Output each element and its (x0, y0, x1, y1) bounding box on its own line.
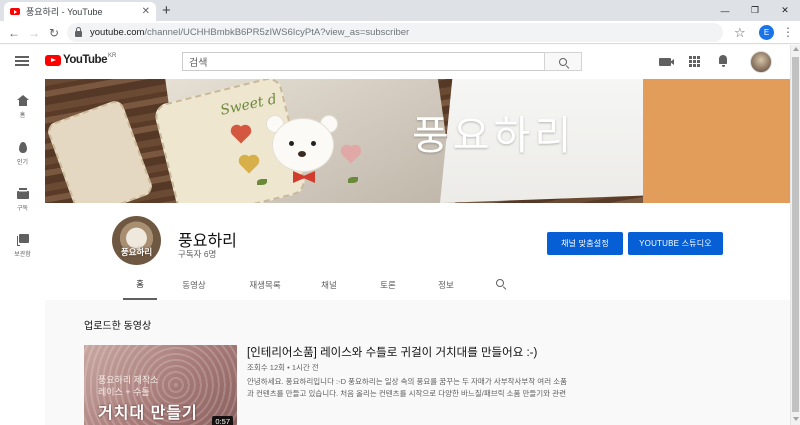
tab-videos[interactable]: 동영상 (173, 269, 215, 300)
channel-home-content: 업로드한 동영상 풍요하리 제작소 레이스 + 수틀 거치대 만들기 0:57 … (45, 300, 790, 425)
video-metadata: 조회수 12회 • 1시간 전 (247, 363, 319, 372)
home-icon (16, 95, 29, 106)
bookmark-star-icon[interactable]: ☆ (734, 22, 746, 43)
hamburger-menu-icon[interactable] (15, 56, 29, 66)
search-button[interactable] (544, 52, 582, 71)
url-host: youtube.com (90, 27, 145, 38)
minimize-icon[interactable]: — (710, 0, 740, 21)
youtube-wordmark: YouTube (63, 54, 107, 66)
region-code: KR (107, 53, 117, 59)
sidebar-item-label: 보관함 (14, 252, 31, 258)
url-path: /channel/UCHHBmbkB6PR5zIWS6IcyPtA?view_a… (144, 27, 410, 38)
youtube-logo[interactable]: YouTube KR (45, 53, 117, 66)
channel-avatar-text: 풍요하리 (120, 247, 153, 257)
channel-banner: Sweet d 풍요하리 (45, 79, 790, 203)
create-video-icon[interactable] (659, 58, 674, 66)
video-description-line: 안녕하세요. 풍요하리입니다 :-D 풍요하리는 일상 속의 풍요를 꿈꾸는 두… (247, 377, 567, 386)
banner-orange-panel (643, 79, 790, 203)
browser-tabstrip: 풍요하리 - YouTube ✕ + — ❐ ✕ (0, 0, 800, 21)
channel-search-button[interactable] (496, 279, 504, 287)
search-icon (496, 279, 504, 287)
channel-avatar[interactable]: 풍요하리 (112, 216, 161, 265)
scroll-down-arrow-icon[interactable] (793, 417, 799, 421)
tab-channels[interactable]: 채널 (311, 269, 347, 300)
leaf-decoration (348, 177, 358, 183)
video-title[interactable]: [인테리어소품] 레이스와 수틀로 귀걸이 거치대를 만들어요 :-) (247, 344, 537, 360)
browser-profile-avatar[interactable]: E (759, 25, 774, 40)
mini-guide-sidebar: 홈 인기 구독 보관함 (0, 79, 45, 425)
browser-tab[interactable]: 풍요하리 - YouTube ✕ (4, 2, 156, 21)
search-icon (559, 57, 567, 66)
sidebar-item-subscriptions[interactable]: 구독 (0, 180, 45, 220)
video-thumbnail[interactable]: 풍요하리 제작소 레이스 + 수틀 거치대 만들기 0:57 (84, 345, 237, 425)
sidebar-item-library[interactable]: 보관함 (0, 226, 45, 266)
bear-head (273, 119, 333, 171)
library-icon (16, 234, 29, 246)
bear-nose (298, 151, 306, 157)
youtube-favicon-icon (10, 8, 20, 15)
bear-eye (311, 141, 316, 146)
tab-title: 풍요하리 - YouTube (26, 7, 103, 17)
customize-channel-button[interactable]: 채널 맞춤설정 (547, 232, 623, 255)
leaf-decoration (257, 179, 267, 185)
apps-grid-icon[interactable] (689, 56, 700, 67)
thumbnail-title-text: 거치대 만들기 (98, 405, 198, 422)
back-icon[interactable]: ← (5, 21, 23, 44)
scrollbar-thumb[interactable] (792, 57, 799, 412)
lock-icon (75, 26, 82, 37)
video-duration-badge: 0:57 (212, 416, 233, 425)
tab-home[interactable]: 홈 (123, 269, 157, 300)
close-window-icon[interactable]: ✕ (770, 0, 800, 21)
browser-menu-icon[interactable]: ⋮ (782, 21, 794, 44)
tab-about[interactable]: 정보 (429, 269, 463, 300)
youtube-masthead: YouTube KR 검색 (0, 45, 790, 79)
search-input[interactable]: 검색 (182, 52, 544, 71)
new-tab-button[interactable]: + (162, 2, 171, 19)
reload-icon[interactable]: ↻ (45, 21, 63, 44)
subscriptions-icon (16, 188, 29, 199)
restore-icon[interactable]: ❐ (740, 0, 770, 21)
tab-playlists[interactable]: 재생목록 (239, 269, 291, 300)
uploads-section-title[interactable]: 업로드한 동영상 (84, 317, 151, 332)
search-box: 검색 (182, 52, 582, 71)
scroll-up-arrow-icon[interactable] (793, 47, 799, 51)
forward-icon[interactable]: → (25, 21, 43, 44)
browser-toolbar: ← → ↻ youtube.com/channel/UCHHBmbkB6PR5z… (0, 21, 800, 44)
notifications-bell-icon[interactable] (718, 55, 728, 67)
page-scrollbar[interactable] (790, 45, 800, 425)
sidebar-item-home[interactable]: 홈 (0, 87, 45, 127)
tab-close-icon[interactable]: ✕ (142, 6, 150, 17)
youtube-studio-button[interactable]: YOUTUBE 스튜디오 (628, 232, 723, 255)
video-description: 안녕하세요. 풍요하리입니다 :-D 풍요하리는 일상 속의 풍요를 꿈꾸는 두… (247, 376, 637, 400)
sidebar-item-trending[interactable]: 인기 (0, 134, 45, 174)
address-bar[interactable]: youtube.com/channel/UCHHBmbkB6PR5zIWS6Ic… (67, 23, 723, 42)
sidebar-item-label: 홈 (19, 113, 26, 119)
tab-discussion[interactable]: 토론 (370, 269, 406, 300)
banner-title: 풍요하리 (412, 113, 576, 159)
youtube-play-icon (45, 54, 61, 66)
sidebar-item-label: 인기 (16, 160, 29, 166)
account-avatar[interactable] (750, 51, 772, 73)
channel-tabs: 홈 동영상 재생목록 채널 토론 정보 (45, 269, 790, 300)
sidebar-item-label: 구독 (16, 206, 29, 212)
subscriber-count: 구독자 6명 (178, 249, 217, 259)
bear-eye (289, 141, 294, 146)
thumbnail-text-line: 레이스 + 수틀 (98, 387, 150, 397)
video-description-line: 과 컨텐츠를 만들고 있습니다. 처음 올리는 컨텐츠를 시작으로 다양한 바느… (247, 389, 566, 398)
trending-icon (17, 142, 29, 153)
